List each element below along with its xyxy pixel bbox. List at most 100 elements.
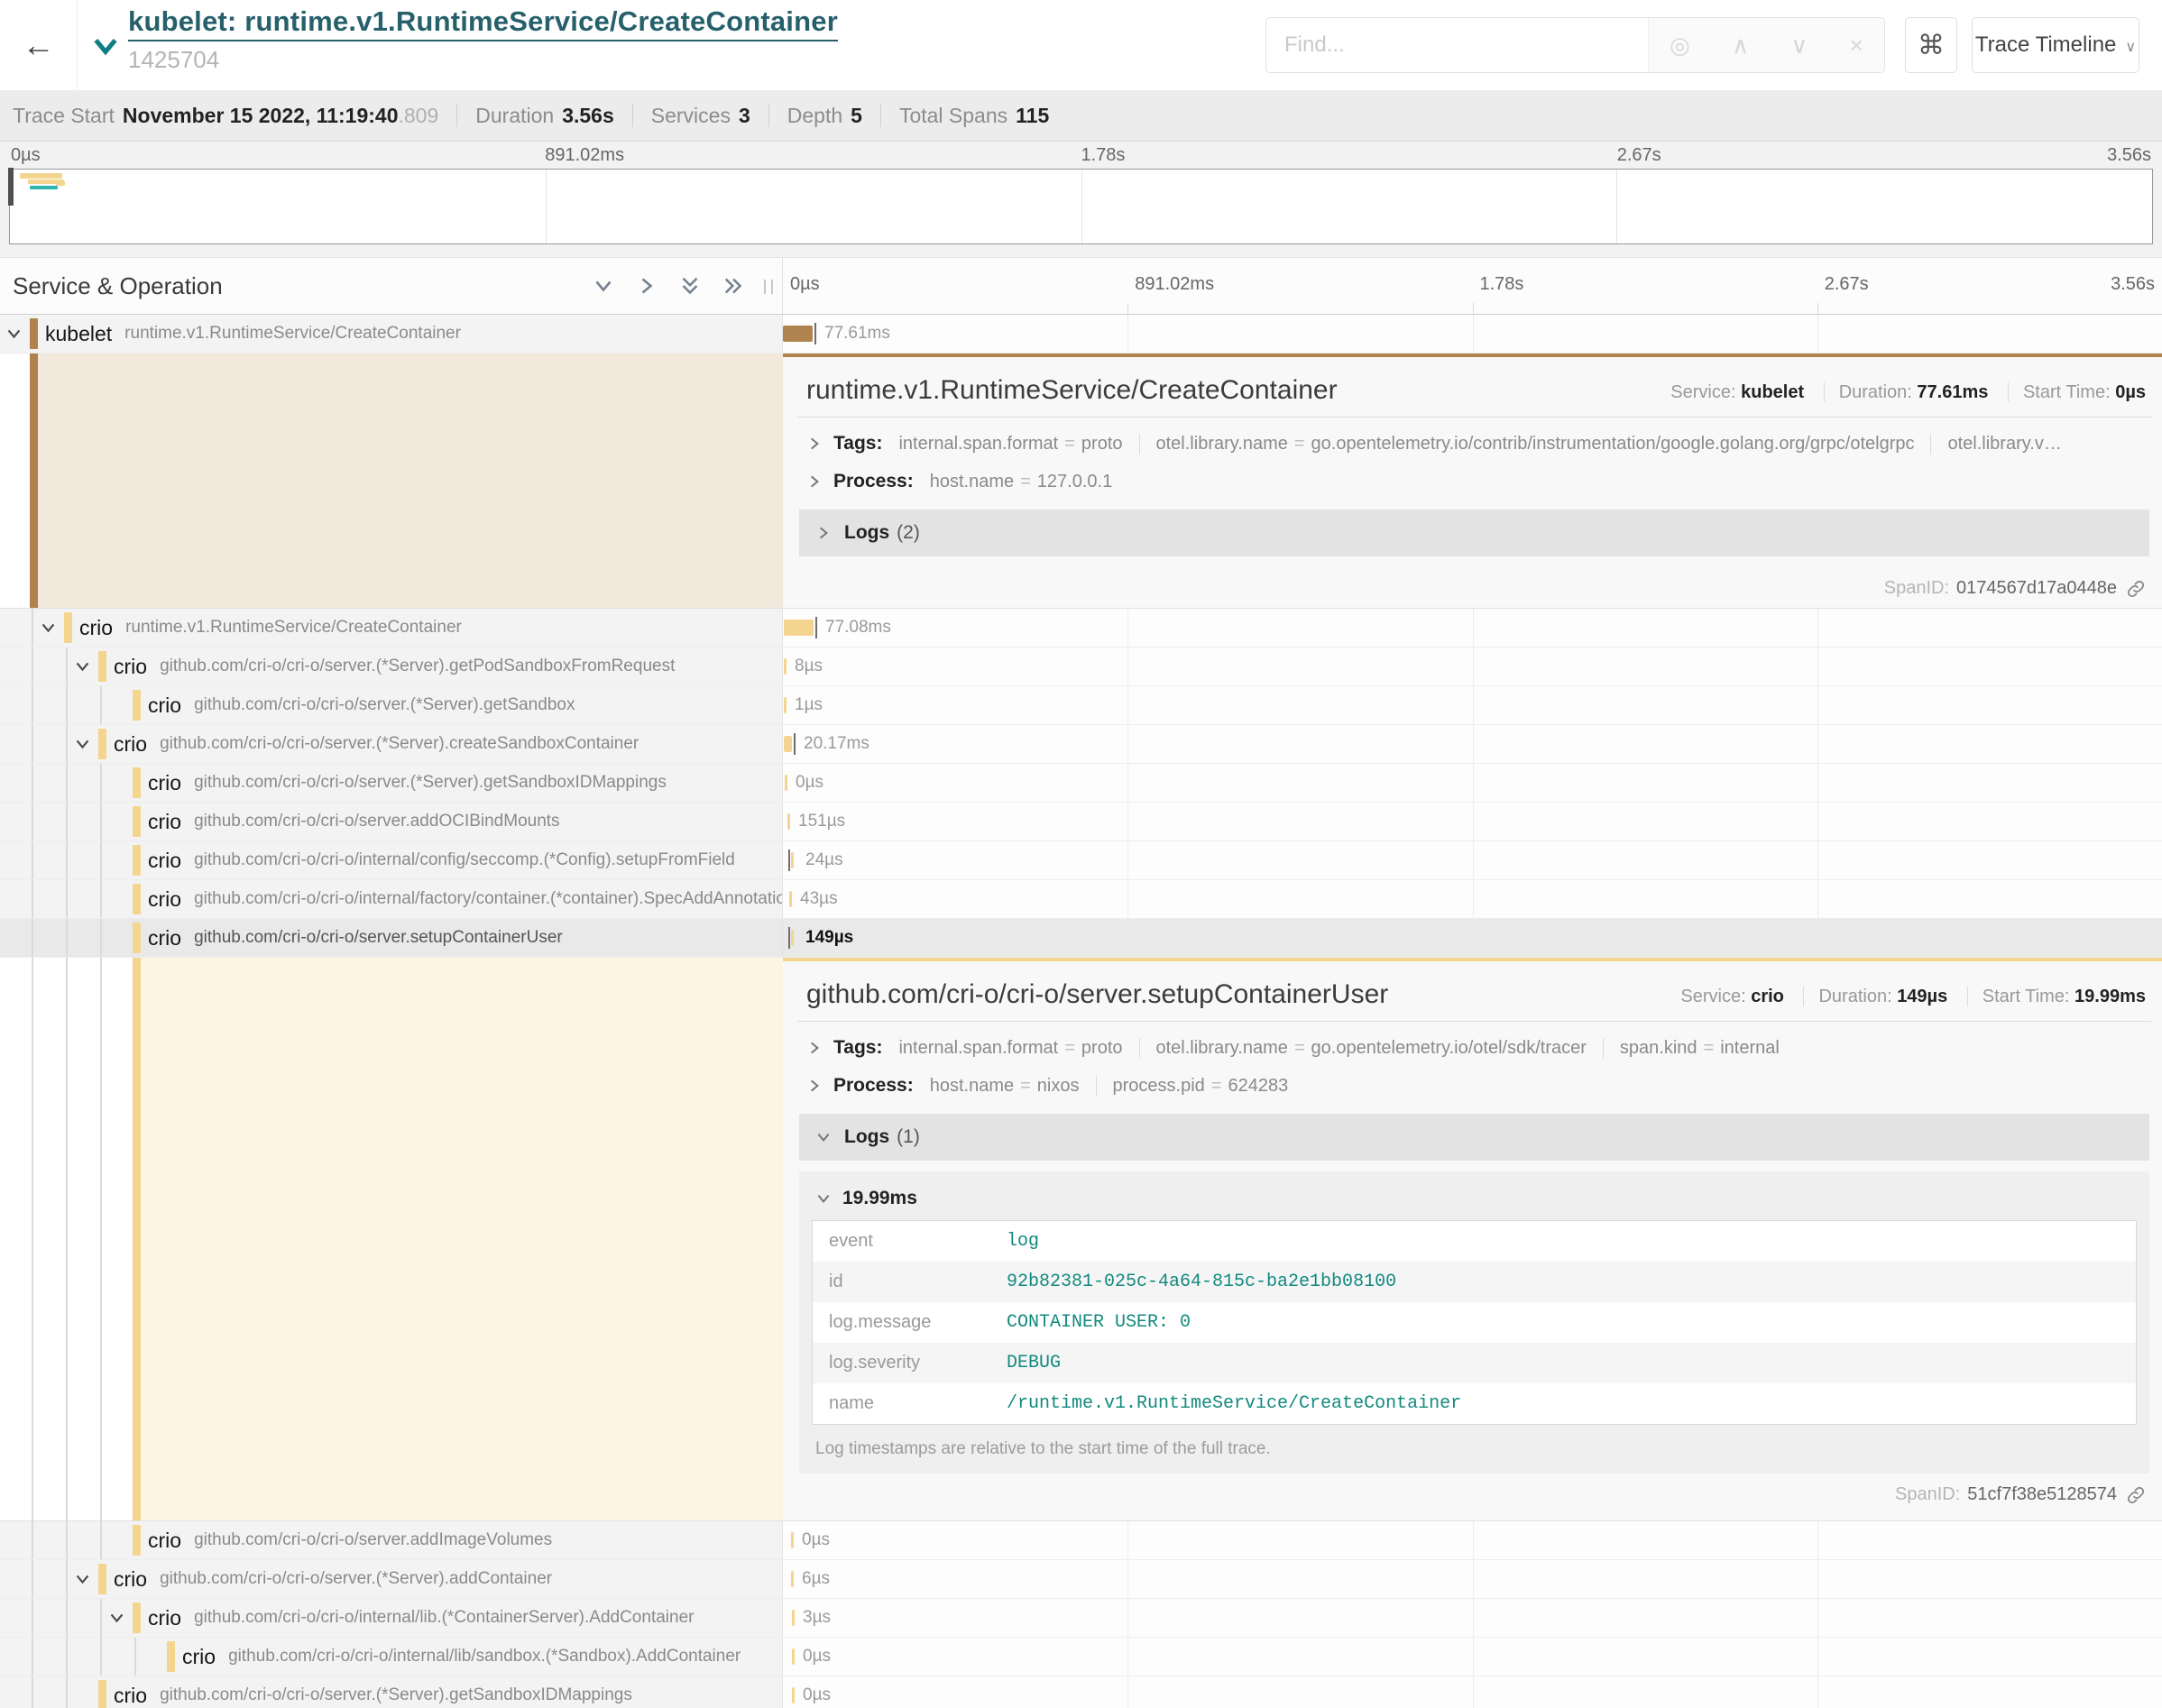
chevron-down-icon xyxy=(815,1129,832,1145)
logs-accordion[interactable]: Logs (2) xyxy=(799,510,2149,556)
span-duration-bar[interactable] xyxy=(784,697,787,713)
span-row[interactable]: criogithub.com/cri-o/cri-o/internal/lib.… xyxy=(0,1599,2162,1638)
service-label: Service: xyxy=(1670,382,1735,402)
back-button[interactable]: ← xyxy=(0,0,78,90)
locate-icon[interactable]: ◎ xyxy=(1670,32,1690,60)
span-name-cell[interactable]: criogithub.com/cri-o/cri-o/server.(*Serv… xyxy=(0,647,783,685)
span-row[interactable]: crioruntime.v1.RuntimeService/CreateCont… xyxy=(0,609,2162,647)
span-duration-bar[interactable] xyxy=(785,775,787,791)
span-row[interactable]: criogithub.com/cri-o/cri-o/server.setupC… xyxy=(0,919,2162,958)
span-duration-bar[interactable] xyxy=(791,930,794,946)
span-name-cell[interactable]: criogithub.com/cri-o/cri-o/internal/lib/… xyxy=(0,1638,783,1676)
span-timeline-cell[interactable]: 149µs xyxy=(783,919,2162,957)
prev-match-icon[interactable]: ∧ xyxy=(1732,32,1749,60)
logs-accordion[interactable]: Logs (1) xyxy=(799,1114,2149,1161)
collapse-children-icon[interactable] xyxy=(108,1610,125,1627)
next-match-icon[interactable]: ∨ xyxy=(1790,32,1808,60)
span-duration-bar[interactable] xyxy=(792,1648,795,1665)
span-timeline-cell[interactable]: 77.61ms xyxy=(783,315,2162,353)
span-name-cell[interactable]: criogithub.com/cri-o/cri-o/internal/fact… xyxy=(0,880,783,918)
operation-name: github.com/cri-o/cri-o/server.(*Server).… xyxy=(160,1569,552,1589)
collapse-children-icon[interactable] xyxy=(5,326,23,343)
collapse-trace-header-icon[interactable] xyxy=(90,31,121,66)
span-duration-bar[interactable] xyxy=(789,891,792,907)
span-row[interactable]: criogithub.com/cri-o/cri-o/server.(*Serv… xyxy=(0,686,2162,725)
collapse-children-icon[interactable] xyxy=(40,620,57,637)
trace-minimap[interactable]: 0µs 891.02ms 1.78s 2.67s 3.56s xyxy=(0,142,2162,257)
span-row[interactable]: criogithub.com/cri-o/cri-o/server.(*Serv… xyxy=(0,1676,2162,1708)
span-row[interactable]: criogithub.com/cri-o/cri-o/internal/fact… xyxy=(0,880,2162,919)
tags-accordion[interactable]: Tags: internal.span.format=protootel.lib… xyxy=(796,425,2153,463)
span-name-cell[interactable]: criogithub.com/cri-o/cri-o/server.addIma… xyxy=(0,1521,783,1559)
copy-link-icon[interactable] xyxy=(2126,579,2146,599)
span-timeline-cell[interactable]: 6µs xyxy=(783,1560,2162,1598)
trace-view-dropdown[interactable]: Trace Timeline ∨ xyxy=(1972,17,2139,73)
span-duration-bar[interactable] xyxy=(783,326,813,342)
column-resize-grip[interactable] xyxy=(764,280,773,294)
span-duration-bar[interactable] xyxy=(791,852,794,868)
span-name-cell[interactable]: criogithub.com/cri-o/cri-o/server.(*Serv… xyxy=(0,764,783,802)
span-duration-bar[interactable] xyxy=(787,813,790,830)
collapse-children-icon[interactable] xyxy=(74,736,91,753)
span-duration-bar[interactable] xyxy=(784,736,792,752)
minimap-scrubber[interactable] xyxy=(8,168,14,206)
minimap-canvas[interactable] xyxy=(9,169,2153,244)
span-row[interactable]: criogithub.com/cri-o/cri-o/server.addOCI… xyxy=(0,803,2162,841)
process-accordion[interactable]: Process: host.name=nixosprocess.pid=6242… xyxy=(796,1067,2153,1105)
expand-all-icon[interactable] xyxy=(722,275,744,297)
span-timeline-cell[interactable]: 20.17ms xyxy=(783,725,2162,763)
span-row[interactable]: criogithub.com/cri-o/cri-o/server.(*Serv… xyxy=(0,1560,2162,1599)
span-row[interactable]: criogithub.com/cri-o/cri-o/server.(*Serv… xyxy=(0,725,2162,764)
span-timeline-cell[interactable]: 3µs xyxy=(783,1599,2162,1637)
span-timeline-cell[interactable]: 8µs xyxy=(783,647,2162,685)
span-name-cell[interactable]: criogithub.com/cri-o/cri-o/internal/lib.… xyxy=(0,1599,783,1637)
span-row[interactable]: criogithub.com/cri-o/cri-o/server.(*Serv… xyxy=(0,647,2162,686)
span-row[interactable]: criogithub.com/cri-o/cri-o/internal/lib/… xyxy=(0,1638,2162,1676)
span-name-cell[interactable]: kubeletruntime.v1.RuntimeService/CreateC… xyxy=(0,315,783,353)
span-timeline-cell[interactable]: 77.08ms xyxy=(783,609,2162,647)
span-name-cell[interactable]: criogithub.com/cri-o/cri-o/server.(*Serv… xyxy=(0,1560,783,1598)
span-duration-bar[interactable] xyxy=(791,1532,794,1548)
collapse-children-icon[interactable] xyxy=(74,1571,91,1588)
trace-start-label: Trace Start xyxy=(13,104,115,128)
collapse-all-icon[interactable] xyxy=(679,275,701,297)
span-timeline-cell[interactable]: 1µs xyxy=(783,686,2162,724)
keyboard-shortcuts-button[interactable]: ⌘ xyxy=(1905,17,1957,73)
process-accordion[interactable]: Process: host.name=127.0.0.1 xyxy=(796,463,2153,500)
collapse-children-icon[interactable] xyxy=(74,658,91,675)
span-name-cell[interactable]: crioruntime.v1.RuntimeService/CreateCont… xyxy=(0,609,783,647)
span-duration-bar[interactable] xyxy=(784,620,814,636)
span-timeline-cell[interactable]: 151µs xyxy=(783,803,2162,840)
chevron-down-icon: ∨ xyxy=(2125,38,2136,56)
span-row[interactable]: criogithub.com/cri-o/cri-o/server.(*Serv… xyxy=(0,764,2162,803)
span-timeline-cell[interactable]: 43µs xyxy=(783,880,2162,918)
span-timeline-cell[interactable]: 0µs xyxy=(783,1638,2162,1676)
span-duration-bar[interactable] xyxy=(784,658,787,675)
span-timeline-cell[interactable]: 24µs xyxy=(783,841,2162,879)
operation-name: github.com/cri-o/cri-o/server.(*Server).… xyxy=(160,657,675,676)
span-timeline-cell[interactable]: 0µs xyxy=(783,1521,2162,1559)
collapse-one-icon[interactable] xyxy=(593,275,614,297)
span-name-cell[interactable]: criogithub.com/cri-o/cri-o/server.(*Serv… xyxy=(0,686,783,724)
tags-accordion[interactable]: Tags: internal.span.format=protootel.lib… xyxy=(796,1029,2153,1067)
span-duration-bar[interactable] xyxy=(792,1687,795,1703)
span-name-cell[interactable]: criogithub.com/cri-o/cri-o/server.(*Serv… xyxy=(0,1676,783,1708)
find-input[interactable] xyxy=(1266,18,1648,72)
span-name-cell[interactable]: criogithub.com/cri-o/cri-o/server.setupC… xyxy=(0,919,783,957)
span-name-cell[interactable]: criogithub.com/cri-o/cri-o/server.(*Serv… xyxy=(0,725,783,763)
span-row[interactable]: kubeletruntime.v1.RuntimeService/CreateC… xyxy=(0,315,2162,354)
span-name-cell[interactable]: criogithub.com/cri-o/cri-o/server.addOCI… xyxy=(0,803,783,840)
clear-search-icon[interactable]: × xyxy=(1850,32,1863,60)
span-duration-bar[interactable] xyxy=(791,1571,794,1587)
span-timeline-cell[interactable]: 0µs xyxy=(783,764,2162,802)
chevron-right-icon xyxy=(815,525,832,541)
span-timeline-cell[interactable]: 0µs xyxy=(783,1676,2162,1708)
copy-link-icon[interactable] xyxy=(2126,1485,2146,1505)
span-row[interactable]: criogithub.com/cri-o/cri-o/internal/conf… xyxy=(0,841,2162,880)
span-name-cell[interactable]: criogithub.com/cri-o/cri-o/internal/conf… xyxy=(0,841,783,879)
trace-title-link[interactable]: kubelet: runtime.v1.RuntimeService/Creat… xyxy=(128,5,838,41)
span-row[interactable]: criogithub.com/cri-o/cri-o/server.addIma… xyxy=(0,1521,2162,1560)
span-duration-bar[interactable] xyxy=(792,1610,795,1626)
expand-one-icon[interactable] xyxy=(636,275,658,297)
log-entry-toggle[interactable]: 19.99ms xyxy=(812,1177,2137,1220)
